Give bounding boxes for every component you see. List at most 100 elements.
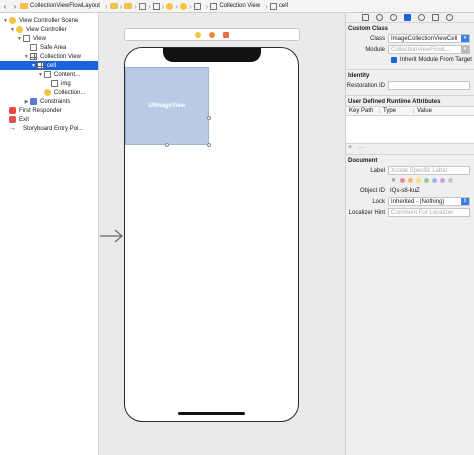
runtime-attributes-table[interactable]	[346, 116, 474, 144]
size-inspector-icon[interactable]	[432, 14, 439, 21]
outline-item-collection-view[interactable]: ▼ Collection View	[0, 52, 98, 61]
disclosure-triangle-icon[interactable]: ▼	[30, 63, 37, 69]
view-controller-icon[interactable]	[195, 31, 201, 38]
outline-item-collection-flow-layout[interactable]: Collection...	[0, 88, 98, 97]
localizer-hint-field[interactable]: Comment For Localizer	[388, 208, 470, 217]
chevron-up-down-icon[interactable]: ⇕	[461, 198, 469, 205]
color-swatch-yellow[interactable]	[416, 178, 421, 183]
collection-view-cell[interactable]: UIImageView	[125, 67, 209, 145]
color-swatch-purple[interactable]	[440, 178, 445, 183]
outline-item-view[interactable]: ▼ View	[0, 34, 98, 43]
localizer-hint-row: Localizer Hint Comment For Localizer	[346, 207, 474, 218]
identity-inspector-icon[interactable]	[404, 14, 411, 21]
breadcrumb-cell[interactable]: cell	[269, 2, 288, 10]
outline-item-label: Exit	[19, 116, 30, 123]
object-id-row: Object ID IQs-s8-kuZ	[346, 185, 474, 196]
device-frame[interactable]: UIImageView	[124, 47, 299, 422]
folder-icon	[109, 3, 118, 9]
disclosure-triangle-icon[interactable]: ▼	[2, 18, 9, 24]
inherit-module-checkbox[interactable]: Inherit Module From Target	[346, 55, 474, 65]
outline-item-cell[interactable]: ▼ cell	[0, 61, 98, 70]
quick-help-icon[interactable]	[390, 14, 397, 21]
outline-item-entry-point[interactable]: → Storyboard Entry Poi...	[0, 124, 98, 133]
color-swatch-gray[interactable]	[448, 178, 453, 183]
chevron-right-icon: ›	[147, 1, 151, 11]
outline-item-label: Constraints	[40, 98, 71, 105]
connections-inspector-icon[interactable]	[446, 14, 453, 21]
column-type[interactable]: Type	[380, 108, 414, 114]
disclosure-triangle-icon[interactable]: ▼	[37, 72, 44, 78]
outline-item-img[interactable]: img	[0, 79, 98, 88]
exit-icon[interactable]	[223, 31, 229, 38]
add-attribute-button[interactable]: +	[348, 144, 352, 151]
lock-popup[interactable]: Inherited - (Nothing) ⇕	[388, 197, 470, 206]
object-id-value: IQs-s8-kuZ	[390, 187, 420, 194]
remove-attribute-button[interactable]: —	[358, 144, 365, 151]
module-combo[interactable]: CollectionViewFlowL... ▾	[388, 45, 470, 54]
color-swatch-red[interactable]	[400, 178, 405, 183]
safe-area-icon	[30, 44, 37, 51]
attributes-inspector-icon[interactable]	[418, 14, 425, 21]
first-responder-icon[interactable]	[209, 31, 215, 38]
history-inspector-icon[interactable]	[376, 14, 383, 21]
breadcrumb-collection-view[interactable]: Collection View	[210, 2, 260, 10]
chevron-right-icon: ›	[119, 1, 123, 11]
image-view-label: UIImageView	[148, 103, 186, 109]
chevron-right-icon: ›	[175, 1, 178, 11]
lock-row: Lock Inherited - (Nothing) ⇕	[346, 196, 474, 207]
restoration-id-row: Restoration ID	[346, 80, 474, 91]
resize-handle[interactable]	[207, 116, 211, 120]
outline-item-exit[interactable]: Exit	[0, 115, 98, 124]
chevron-right-icon: ›	[188, 1, 192, 11]
color-swatch-green[interactable]	[424, 178, 429, 183]
scene-dock[interactable]	[124, 28, 300, 41]
entry-point-arrow-icon[interactable]	[100, 229, 124, 243]
outline-item-label: cell	[47, 62, 57, 69]
collection-view-icon	[30, 53, 37, 60]
identity-inspector: Custom Class Class ImageCollectionViewCe…	[345, 13, 474, 455]
disclosure-triangle-icon[interactable]: ▼	[23, 54, 30, 60]
outline-item-constraints[interactable]: ▶ Constraints	[0, 97, 98, 106]
nav-forward-button[interactable]: ›	[10, 0, 20, 12]
column-value[interactable]: Value	[414, 108, 474, 114]
disclosure-triangle-icon[interactable]: ▼	[16, 36, 23, 42]
nav-back-button[interactable]: ‹	[0, 0, 10, 12]
outline-item-view-controller[interactable]: ▼ View Controller	[0, 25, 98, 34]
color-swatch-blue[interactable]	[432, 178, 437, 183]
chevron-down-icon[interactable]: ▾	[461, 46, 469, 53]
color-swatch-orange[interactable]	[408, 178, 413, 183]
restoration-id-label: Restoration ID	[346, 82, 385, 89]
class-combo[interactable]: ImageCollectionViewCell ▾	[388, 34, 470, 43]
folder-icon	[124, 3, 133, 9]
storyboard-canvas[interactable]: UIImageView	[100, 13, 345, 455]
checkbox-checked-icon[interactable]	[391, 57, 397, 63]
scene-icon	[9, 17, 16, 24]
custom-class-title: Custom Class	[348, 26, 389, 32]
chevron-down-icon[interactable]: ▾	[461, 35, 469, 42]
outline-item-safe-area[interactable]: Safe Area	[0, 43, 98, 52]
entry-point-arrow-icon: →	[9, 125, 16, 132]
module-field-row: Module CollectionViewFlowL... ▾	[346, 44, 474, 55]
label-label: Label	[370, 167, 385, 174]
storyboard-icon	[152, 2, 160, 10]
disclosure-triangle-icon[interactable]: ▼	[9, 27, 16, 33]
outline-item-scene[interactable]: ▼ View Controller Scene	[0, 16, 98, 25]
outline-item-first-responder[interactable]: First Responder	[0, 106, 98, 115]
clear-color-icon[interactable]: ✕	[391, 178, 397, 184]
view-controller-icon	[179, 2, 187, 10]
scene-icon	[166, 2, 174, 10]
outline-item-content-view[interactable]: ▼ Content...	[0, 70, 98, 79]
file-inspector-icon[interactable]	[362, 14, 369, 21]
breadcrumb-folders[interactable]: › › › › › ›	[109, 1, 201, 11]
runtime-attributes-header: Key Path Type Value	[346, 106, 474, 116]
column-key-path[interactable]: Key Path	[346, 108, 380, 114]
collection-view-icon	[210, 2, 218, 10]
restoration-id-field[interactable]	[388, 81, 470, 90]
disclosure-triangle-icon[interactable]: ▶	[23, 99, 30, 105]
breadcrumb-label: CollectionViewFlowLayout	[30, 3, 100, 9]
breadcrumb-project[interactable]: CollectionViewFlowLayout	[20, 3, 100, 9]
label-field[interactable]: Xcode Specific Label	[388, 166, 470, 175]
cell-icon	[269, 2, 277, 10]
resize-handle[interactable]	[165, 143, 169, 147]
resize-handle[interactable]	[207, 143, 211, 147]
